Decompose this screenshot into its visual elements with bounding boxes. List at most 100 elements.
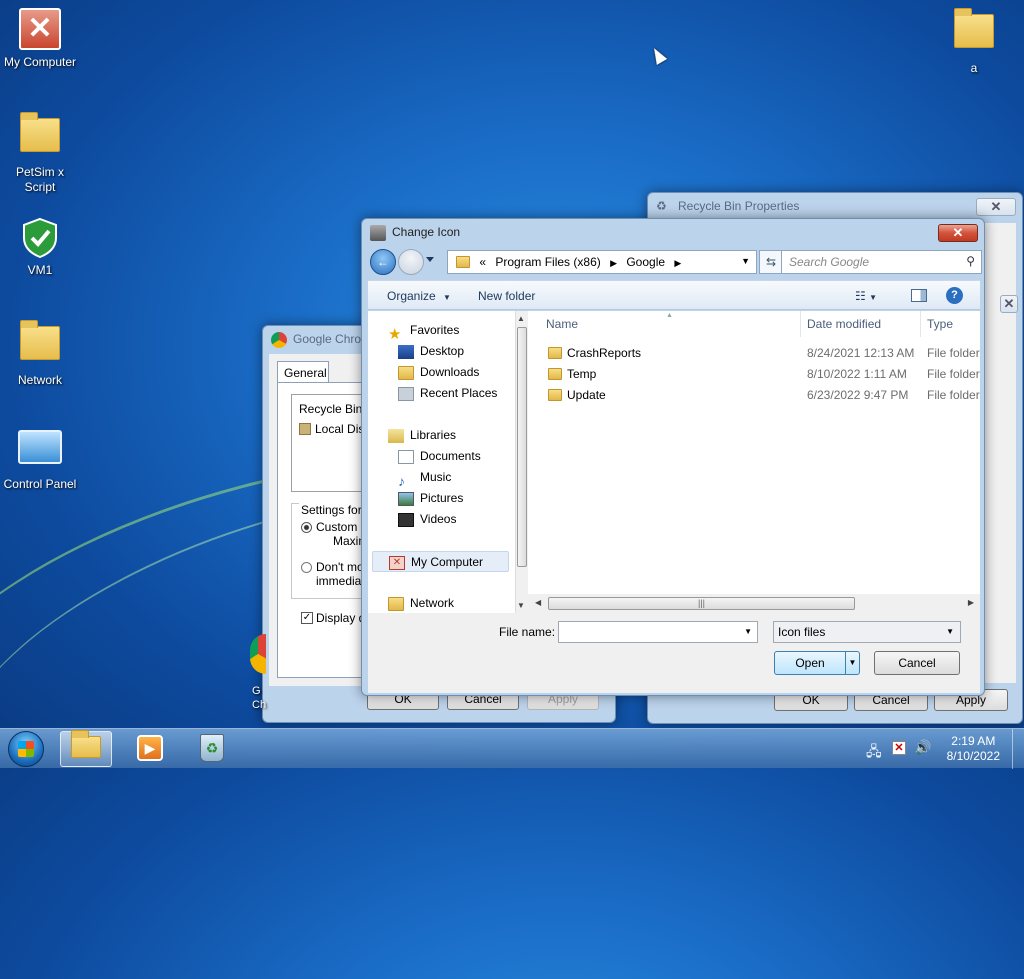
nav-network[interactable]: Network — [388, 593, 454, 614]
desktop-icon-label: VM1 — [27, 263, 53, 277]
column-date-modified[interactable]: Date modified — [807, 317, 881, 331]
desktop-icon-my-computer[interactable]: ✕ My Computer — [0, 8, 80, 70]
column-name[interactable]: Name — [546, 317, 578, 331]
desktop-icon-vm1[interactable]: VM1 — [0, 216, 80, 278]
music-icon: ♪ — [398, 472, 405, 489]
address-overflow[interactable]: « — [479, 255, 486, 269]
display-checkbox-label: Display d — [316, 611, 366, 625]
search-icon[interactable]: ⚲ — [966, 254, 975, 268]
command-bar: Organize ▼ New folder ☷ ▼ ? — [368, 280, 980, 310]
file-row[interactable]: CrashReports 8/24/2021 12:13 AM File fol… — [528, 343, 980, 364]
taskbar-recycle-bin[interactable]: ♻ — [186, 731, 238, 767]
refresh-button[interactable]: ⇆ — [759, 250, 783, 274]
address-bar[interactable]: « Program Files (x86) ▶ Google ▶ ▼ — [447, 250, 757, 274]
filename-input[interactable]: ▼ — [558, 621, 758, 643]
recycle-bin-icon: ♻ — [656, 199, 667, 213]
nav-favorites[interactable]: ★ Favorites — [388, 320, 459, 343]
desktop-icon-control-panel[interactable]: Control Panel — [0, 426, 80, 492]
star-icon: ★ — [388, 325, 402, 343]
close-button[interactable]: ✕ — [1000, 295, 1018, 313]
nav-videos[interactable]: Videos — [398, 509, 456, 530]
display-checkbox[interactable]: ✓ — [301, 612, 313, 624]
horizontal-scrollbar[interactable]: ◀ ||| ▶ — [528, 594, 980, 613]
close-button[interactable]: ✕ — [976, 198, 1016, 216]
shield-check-icon — [18, 216, 62, 260]
tab-general[interactable]: General — [277, 361, 329, 383]
recent-pages-dropdown[interactable] — [426, 257, 434, 262]
recent-places-icon — [398, 386, 414, 401]
breadcrumb-item[interactable]: Google — [626, 255, 665, 269]
nav-desktop[interactable]: Desktop — [398, 341, 464, 362]
filetype-select[interactable]: Icon files ▼ — [773, 621, 961, 643]
file-row[interactable]: Update 6/23/2022 9:47 PM File folder — [528, 385, 980, 406]
close-button[interactable]: ✕ — [938, 224, 978, 242]
breadcrumb-chevron-icon[interactable]: ▶ — [610, 258, 617, 268]
folder-icon — [71, 730, 101, 758]
desktop-icon-a[interactable]: a — [934, 6, 1014, 76]
address-dropdown-icon[interactable]: ▼ — [741, 256, 750, 266]
chevron-down-icon[interactable]: ▼ — [946, 627, 954, 636]
action-center-icon[interactable]: ✕ — [892, 741, 906, 755]
filename-label: File name: — [499, 625, 556, 639]
column-type[interactable]: Type — [927, 317, 953, 331]
videos-icon — [398, 512, 414, 527]
desktop-icon-label: Network — [17, 373, 62, 387]
nav-music[interactable]: ♪ Music — [398, 467, 451, 489]
scrollbar-thumb[interactable]: ||| — [548, 597, 855, 610]
preview-pane-icon[interactable] — [911, 289, 927, 302]
desktop-icon-network[interactable]: Network — [0, 318, 80, 388]
window-title: Google Chro — [293, 332, 362, 346]
cancel-button[interactable]: Cancel — [874, 651, 960, 675]
show-desktop-button[interactable] — [1012, 729, 1024, 769]
taskbar-media-player[interactable]: ▶ — [124, 731, 176, 767]
libraries-icon — [388, 428, 404, 443]
folder-icon — [456, 256, 470, 268]
file-row[interactable]: Temp 8/10/2022 1:11 AM File folder — [528, 364, 980, 385]
radio-custom[interactable] — [301, 522, 312, 533]
nav-recent-places[interactable]: Recent Places — [398, 383, 497, 404]
scroll-right-icon[interactable]: ▶ — [968, 598, 974, 607]
nav-documents[interactable]: Documents — [398, 446, 481, 467]
start-button[interactable] — [8, 731, 44, 767]
forward-button[interactable] — [398, 249, 424, 275]
breadcrumb-item[interactable]: Program Files (x86) — [495, 255, 600, 269]
script-file-icon — [18, 112, 62, 162]
scroll-down-icon[interactable]: ▼ — [517, 601, 525, 610]
my-computer-icon: ✕ — [389, 555, 405, 570]
open-dropdown-icon[interactable]: ▼ — [845, 652, 859, 674]
new-folder-button[interactable]: New folder — [478, 289, 535, 303]
pictures-icon — [398, 491, 414, 506]
view-options-icon[interactable]: ☷ ▼ — [855, 289, 877, 303]
folder-icon — [548, 389, 562, 401]
nav-my-computer[interactable]: ✕ My Computer — [372, 551, 509, 572]
desktop-icon — [398, 344, 414, 359]
scroll-left-icon[interactable]: ◀ — [535, 598, 541, 607]
list-item[interactable]: Local Disk — [299, 422, 370, 436]
radio-custom-label: Custom s — [316, 520, 367, 534]
network-folder-icon — [18, 320, 62, 370]
open-button[interactable]: Open ▼ — [774, 651, 860, 675]
nav-downloads[interactable]: Downloads — [398, 362, 479, 383]
filename-dropdown-icon[interactable]: ▼ — [744, 627, 752, 636]
organize-button[interactable]: Organize ▼ — [387, 289, 451, 303]
scroll-up-icon[interactable]: ▲ — [517, 314, 525, 323]
breadcrumb-chevron-icon[interactable]: ▶ — [674, 258, 681, 268]
scrollbar-thumb[interactable] — [517, 327, 527, 567]
windows-logo-icon — [18, 741, 34, 757]
clock[interactable]: 2:19 AM 8/10/2022 — [947, 734, 1000, 764]
navigation-scrollbar[interactable]: ▲ ▼ — [515, 311, 528, 613]
radio-dont-move[interactable] — [301, 562, 312, 573]
help-icon[interactable]: ? — [946, 287, 963, 304]
recycle-bin-icon: ♻ — [200, 734, 224, 762]
change-icon-dialog[interactable]: Change Icon ✕ ← « Program Files (x86) ▶ … — [361, 218, 985, 696]
window-title: Recycle Bin Properties — [678, 199, 800, 213]
nav-pictures[interactable]: Pictures — [398, 488, 463, 509]
volume-icon[interactable]: 🔊 — [914, 739, 931, 756]
desktop-icon-petsim-script[interactable]: PetSim x Script — [0, 110, 80, 195]
nav-libraries[interactable]: Libraries — [388, 425, 456, 446]
taskbar-explorer[interactable] — [60, 730, 112, 767]
back-button[interactable]: ← — [370, 249, 396, 275]
network-tray-icon[interactable]: 🖧 — [866, 741, 882, 765]
clock-date: 8/10/2022 — [946, 749, 1000, 763]
search-input[interactable]: Search Google ⚲ — [781, 250, 982, 274]
